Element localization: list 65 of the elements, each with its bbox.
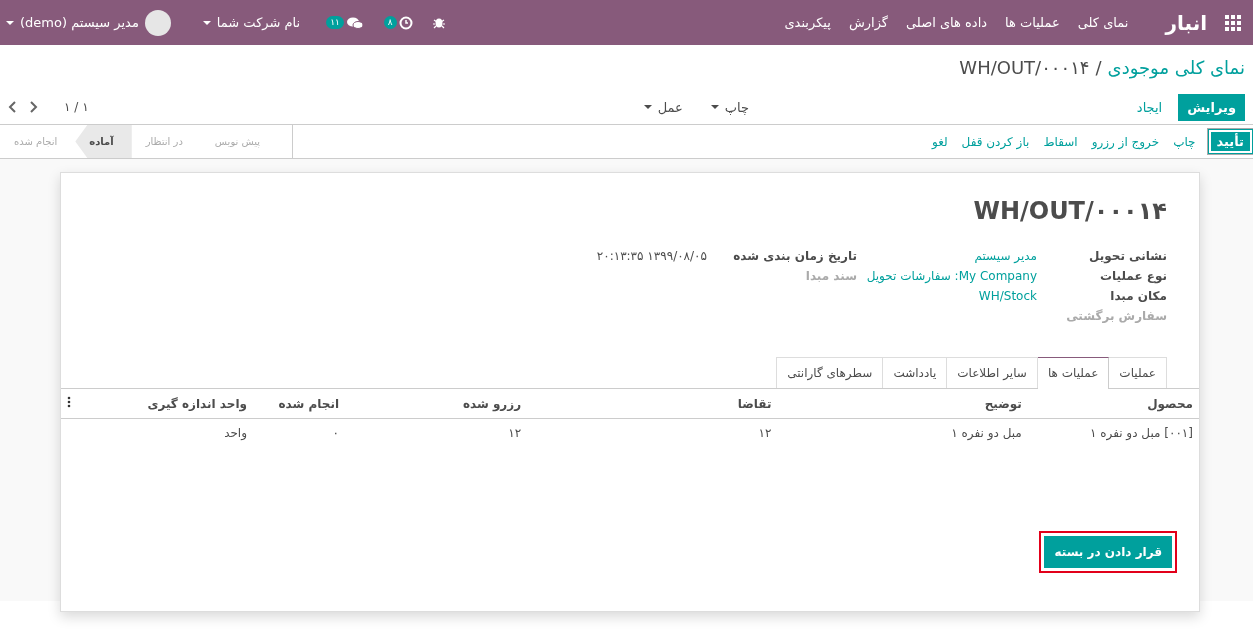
clock-icon	[398, 15, 413, 30]
menu-item[interactable]: عملیات ها	[996, 15, 1069, 30]
dropdown-button[interactable]: عمل	[637, 98, 689, 116]
table-cell: ۱۲	[527, 418, 778, 447]
chat-icon	[345, 15, 364, 30]
menu-item[interactable]: پیکربندی	[775, 15, 840, 30]
apps-menu-icon[interactable]	[1225, 14, 1241, 31]
column-header: تقاضا	[527, 389, 778, 419]
column-header: محصول	[1027, 389, 1199, 419]
field-label: نشانی تحویل	[1088, 249, 1167, 263]
caret-icon	[6, 20, 14, 25]
header-action-button[interactable]: خروج از رزرو	[1085, 130, 1166, 153]
menu-item[interactable]: نمای کلی	[1068, 15, 1138, 30]
header-action-button[interactable]: لغو	[925, 130, 954, 153]
table-cell: ۱۲	[345, 418, 528, 447]
edit-button[interactable]: ویرایش	[1178, 93, 1245, 121]
table-cell: ۰	[253, 418, 345, 447]
field-label: سفارش برگشتی	[1065, 309, 1167, 323]
table-cell: [۰۰۱] مبل دو نفره ۱	[1027, 418, 1199, 447]
field-value[interactable]: WH/Stock	[857, 289, 1037, 303]
breadcrumb-separator: /	[1095, 57, 1102, 78]
header-action-button[interactable]: اسقاط	[1037, 130, 1084, 153]
caret-icon	[202, 20, 211, 25]
column-options-icon[interactable]	[67, 396, 71, 408]
table-cell: مبل دو نفره ۱	[777, 418, 1028, 447]
field-label: تاریخ زمان بندی شده	[732, 249, 857, 263]
breadcrumb-current: WH/OUT/۰۰۰۱۴	[959, 57, 1090, 78]
column-header: توضیح	[777, 389, 1028, 419]
message-count-badge: ۱۱	[326, 16, 344, 29]
field-label: مکان مبدا	[1109, 289, 1167, 303]
menu-item[interactable]: داده های اصلی	[897, 15, 997, 30]
column-header: واحد اندازه گیری	[87, 389, 253, 419]
menu-item[interactable]: گزارش	[839, 15, 897, 30]
avatar-icon	[144, 9, 171, 36]
record-title: WH/OUT/۰۰۰۱۴	[972, 197, 1167, 225]
breadcrumb-link[interactable]: نمای کلی موجودی	[1107, 57, 1245, 78]
field-value[interactable]: مدیر سیستم	[857, 249, 1037, 263]
notebook-tab[interactable]: سطرهای گارانتی	[776, 357, 884, 388]
chevron-left-icon[interactable]	[8, 101, 17, 113]
header-action-button[interactable]: باز کردن قفل	[955, 130, 1036, 153]
field-value: ۱۳۹۹/۰۸/۰۵ ۲۰:۱۳:۳۵	[595, 249, 707, 263]
dropdown-button[interactable]: چاپ	[704, 98, 755, 116]
create-button[interactable]: ایجاد	[1128, 94, 1171, 120]
company-switcher[interactable]: نام شرکت شما	[196, 14, 307, 31]
activity-count-badge: ۸	[383, 16, 397, 29]
status-stage[interactable]: آماده	[75, 125, 132, 158]
field-value[interactable]: My Company: سفارشات تحویل	[857, 269, 1037, 283]
column-header: رزرو شده	[345, 389, 528, 419]
chevron-right-icon[interactable]	[29, 101, 38, 113]
put-in-pack-button[interactable]: قرار دادن در بسته	[1044, 536, 1172, 568]
pager-text: ۱ / ۱	[64, 100, 89, 114]
table-cell: واحد	[87, 418, 253, 447]
user-menu[interactable]: مدیر سیستم (demo)	[0, 8, 177, 37]
caret-icon	[710, 105, 719, 109]
notebook-tab[interactable]: سایر اطلاعات	[946, 357, 1038, 388]
notebook-tab[interactable]: عملیات	[1108, 357, 1167, 388]
column-header: انجام شده	[253, 389, 345, 419]
notebook-tab[interactable]: عملیات ها	[1036, 357, 1110, 389]
field-label: نوع عملیات	[1099, 269, 1167, 283]
validate-button[interactable]: تأیید	[1207, 129, 1253, 154]
header-action-button[interactable]: چاپ	[1167, 130, 1202, 153]
field-label: سند مبدا	[804, 269, 857, 283]
bug-icon	[432, 16, 445, 29]
app-name: انبار	[1165, 10, 1207, 35]
caret-icon	[643, 105, 652, 109]
